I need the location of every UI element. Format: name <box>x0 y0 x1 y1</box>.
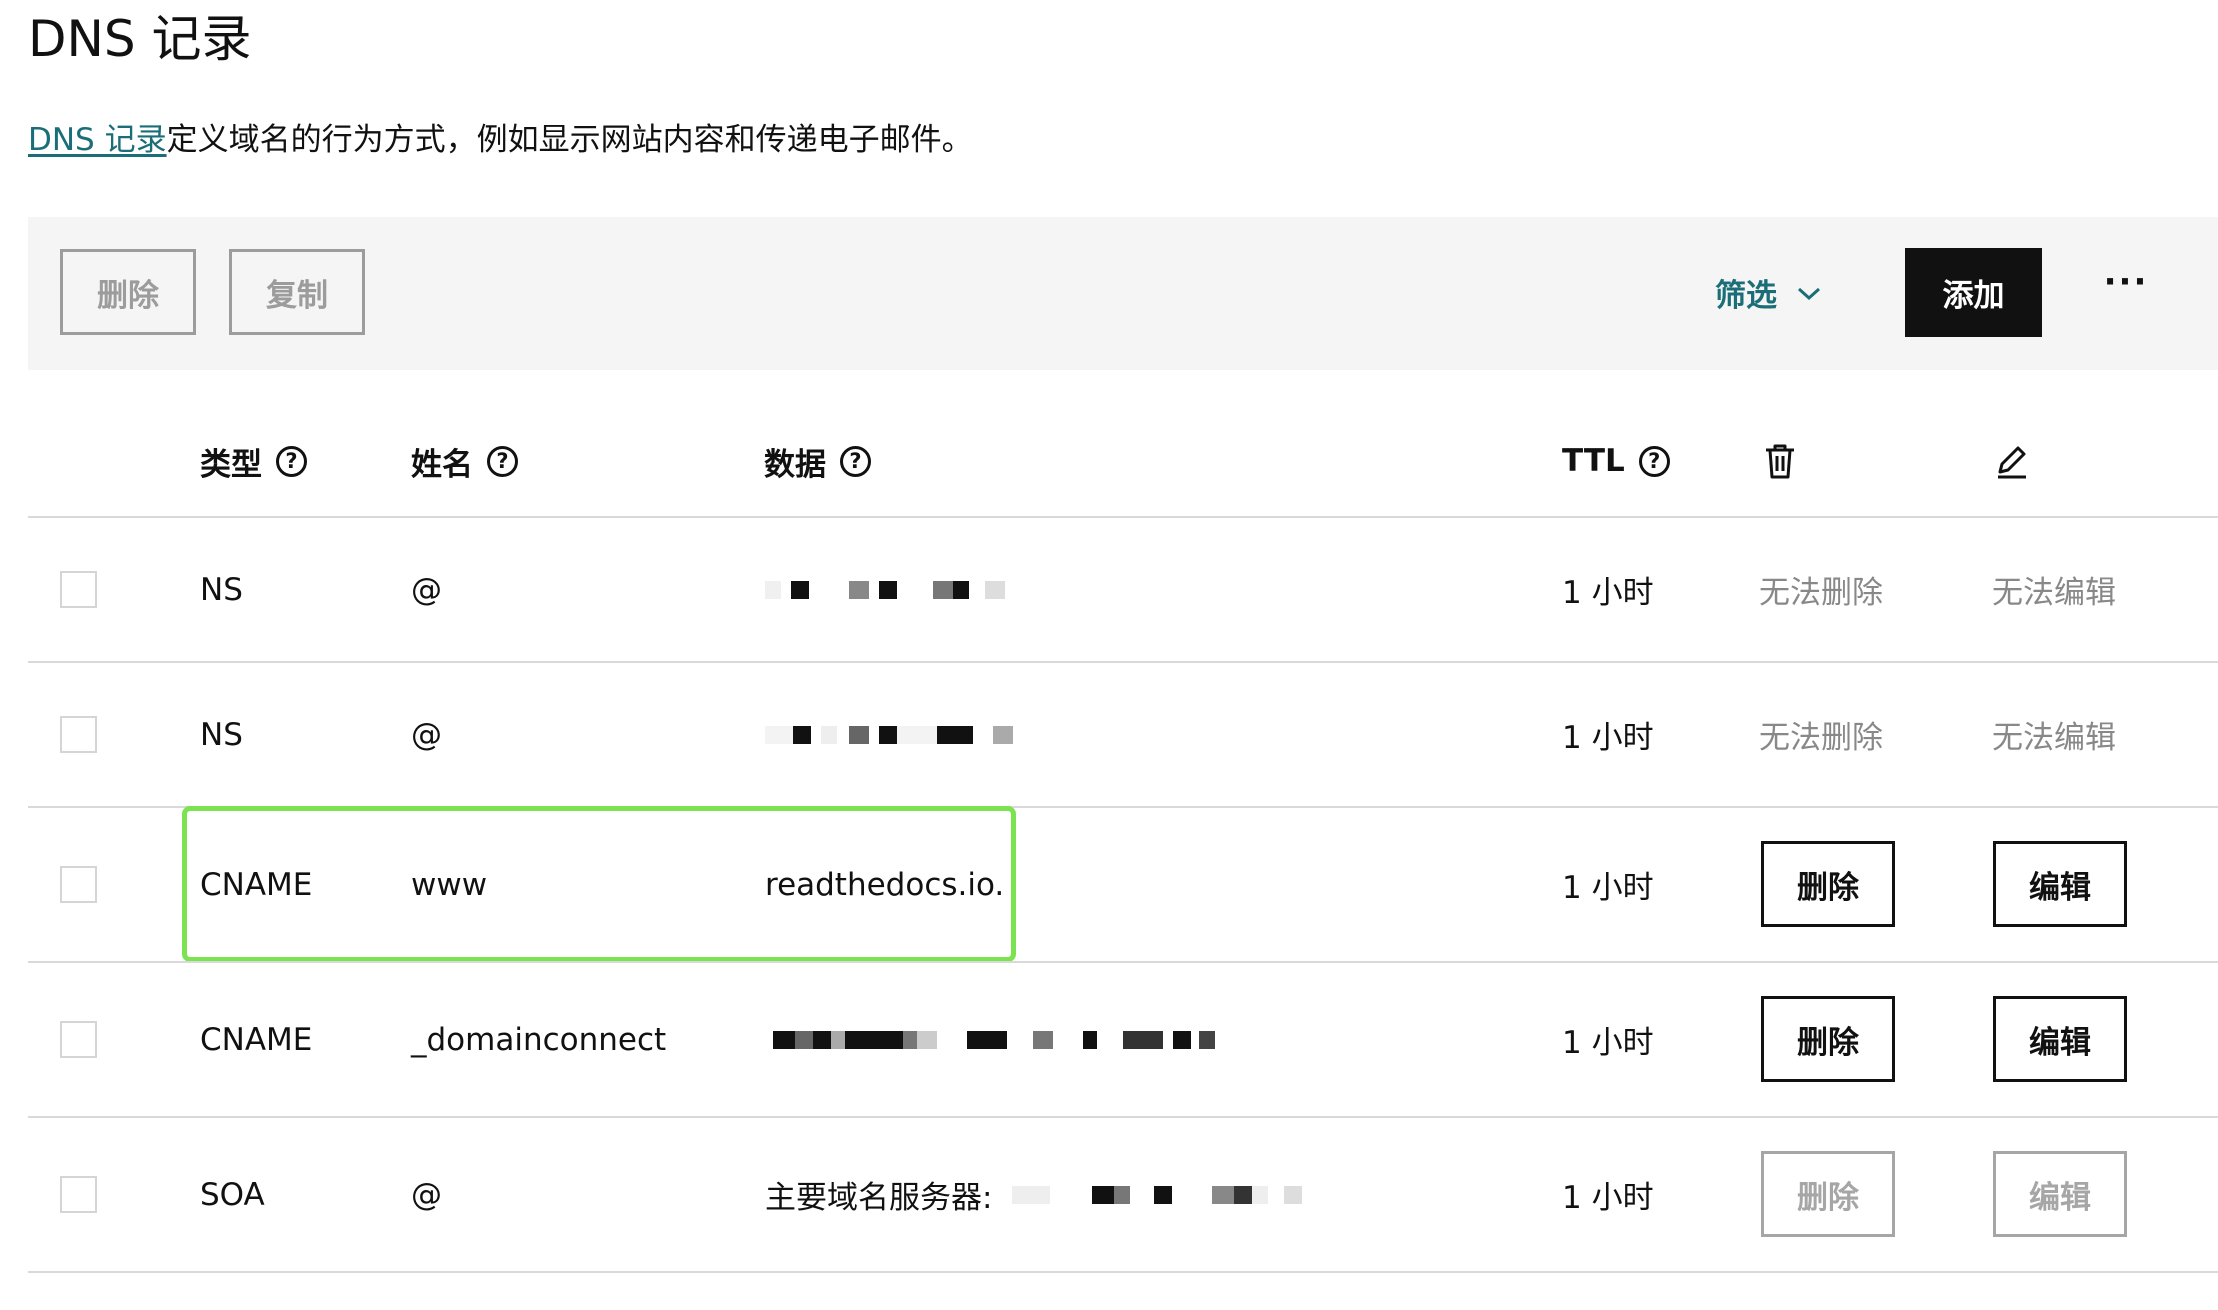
help-icon[interactable]: ? <box>487 445 518 477</box>
toolbar: 删除 复制 筛选 添加 ··· <box>28 217 2218 370</box>
filter-dropdown[interactable]: 筛选 <box>1715 269 1821 315</box>
soa-data-label: 主要域名服务器: <box>765 1180 993 1216</box>
record-data: 主要域名服务器: <box>765 1118 1303 1271</box>
table-row: SOA @ 主要域名服务器: 1 小时 删除 编辑 <box>28 1118 2218 1271</box>
chevron-down-icon <box>1797 274 1821 310</box>
filter-label: 筛选 <box>1715 277 1777 314</box>
edit-unavailable: 无法编辑 <box>1992 720 2116 756</box>
record-name: @ <box>411 716 442 753</box>
redacted-data <box>773 963 1215 1116</box>
row-checkbox[interactable] <box>60 1021 97 1058</box>
table-row: NS @ 1 小时 无法删除 无法编辑 <box>28 518 2218 661</box>
record-ttl: 1 小时 <box>1562 1180 1654 1216</box>
add-record-button[interactable]: 添加 <box>1905 248 2042 337</box>
record-name: @ <box>411 1176 442 1213</box>
record-type: NS <box>200 571 243 608</box>
help-icon[interactable]: ? <box>840 445 871 477</box>
divider <box>28 1271 2218 1273</box>
more-options-icon[interactable]: ··· <box>2094 257 2158 307</box>
row-checkbox[interactable] <box>60 716 97 753</box>
record-name: _domainconnect <box>411 1021 667 1058</box>
redacted-data <box>1012 1185 1303 1204</box>
edit-button[interactable]: 编辑 <box>1993 841 2127 927</box>
record-ttl: 1 小时 <box>1562 720 1654 756</box>
help-icon[interactable]: ? <box>276 445 307 477</box>
row-checkbox[interactable] <box>60 571 97 608</box>
row-checkbox[interactable] <box>60 1176 97 1213</box>
record-type: SOA <box>200 1176 265 1213</box>
description-text: 定义域名的行为方式，例如显示网站内容和传递电子邮件。 <box>166 122 973 158</box>
dns-records-link[interactable]: DNS 记录 <box>28 122 167 158</box>
edit-button: 编辑 <box>1993 1151 2127 1237</box>
delete-button: 删除 <box>1761 1151 1895 1237</box>
column-header-name: 姓名 ? <box>411 436 518 486</box>
column-header-type: 类型 ? <box>200 436 307 486</box>
table-row: CNAME _domainconnect 1 小时 删除 编辑 <box>28 963 2218 1116</box>
delete-button[interactable]: 删除 <box>1761 996 1895 1082</box>
table-row: NS @ 1 小时 无法删除 无法编辑 <box>28 663 2218 806</box>
column-header-ttl: TTL ? <box>1562 436 1670 486</box>
edit-unavailable: 无法编辑 <box>1992 575 2116 611</box>
redacted-data <box>765 663 1013 806</box>
record-ttl: 1 小时 <box>1562 575 1654 611</box>
record-type: CNAME <box>200 1021 313 1058</box>
record-ttl: 1 小时 <box>1562 1025 1654 1061</box>
delete-button[interactable]: 删除 <box>1761 841 1895 927</box>
trash-icon <box>1763 436 1797 486</box>
record-type: NS <box>200 716 243 753</box>
page-title: DNS 记录 <box>28 10 252 68</box>
copy-button[interactable]: 复制 <box>229 249 365 335</box>
delete-unavailable: 无法删除 <box>1759 720 1883 756</box>
record-name: @ <box>411 571 442 608</box>
delete-unavailable: 无法删除 <box>1759 575 1883 611</box>
row-checkbox[interactable] <box>60 866 97 903</box>
page-description: DNS 记录定义域名的行为方式，例如显示网站内容和传递电子邮件。 <box>28 118 973 162</box>
column-header-data: 数据 ? <box>764 436 871 486</box>
edit-button[interactable]: 编辑 <box>1993 996 2127 1082</box>
bulk-delete-button[interactable]: 删除 <box>60 249 196 335</box>
highlight-box <box>182 806 1016 962</box>
redacted-data <box>765 518 1005 661</box>
record-ttl: 1 小时 <box>1562 870 1654 906</box>
pencil-icon <box>1994 436 2030 486</box>
help-icon[interactable]: ? <box>1638 445 1670 477</box>
